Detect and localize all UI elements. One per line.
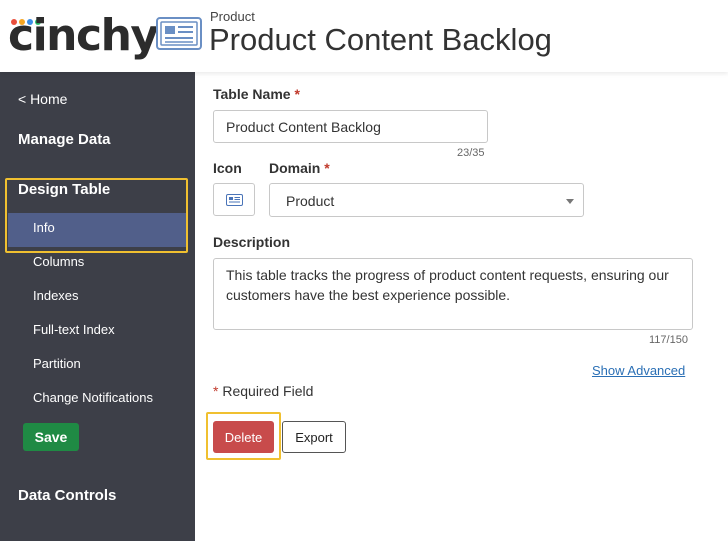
sidebar-data-controls[interactable]: Data Controls xyxy=(18,487,116,504)
domain-select-value: Product xyxy=(286,193,335,209)
save-button[interactable]: Save xyxy=(23,423,79,451)
sidebar-item-indexes[interactable]: Indexes xyxy=(33,288,79,303)
export-button[interactable]: Export xyxy=(282,421,346,453)
delete-button[interactable]: Delete xyxy=(213,421,274,453)
sidebar-home-link[interactable]: < Home xyxy=(18,91,67,107)
description-label: Description xyxy=(213,234,291,250)
description-textarea[interactable]: This table tracks the progress of produc… xyxy=(213,258,693,330)
sidebar: < Home Manage Data Design Table Info Col… xyxy=(0,72,195,541)
sidebar-item-columns[interactable]: Columns xyxy=(33,254,84,269)
table-icon xyxy=(156,17,202,50)
required-field-note: * Required Field xyxy=(213,383,314,399)
chevron-down-icon xyxy=(566,199,574,204)
domain-select[interactable]: Product xyxy=(269,183,584,217)
sidebar-manage-data[interactable]: Manage Data xyxy=(18,131,111,148)
required-marker: * xyxy=(294,86,300,102)
description-counter: 117/150 xyxy=(649,334,688,346)
domain-label: Domain * xyxy=(269,160,330,176)
icon-picker-button[interactable] xyxy=(213,183,255,216)
table-name-input[interactable] xyxy=(213,110,488,143)
table-name-counter: 23/35 xyxy=(457,147,485,159)
sidebar-item-full-text-index[interactable]: Full-text Index xyxy=(33,322,115,337)
sidebar-design-table[interactable]: Design Table xyxy=(18,181,110,198)
sidebar-item-info[interactable]: Info xyxy=(33,220,55,235)
icon-label: Icon xyxy=(213,160,242,176)
cinchy-logo[interactable]: cinchy xyxy=(8,8,159,64)
sidebar-item-change-notifications[interactable]: Change Notifications xyxy=(33,390,153,405)
sidebar-item-partition[interactable]: Partition xyxy=(33,356,81,371)
page-title: Product Content Backlog xyxy=(209,22,552,57)
logo-text: cinchy xyxy=(8,10,159,61)
app-header: cinchy Product Product Content Backlog xyxy=(0,0,728,72)
show-advanced-link[interactable]: Show Advanced xyxy=(592,363,685,378)
table-name-label: Table Name * xyxy=(213,86,300,102)
table-icon xyxy=(226,194,243,206)
